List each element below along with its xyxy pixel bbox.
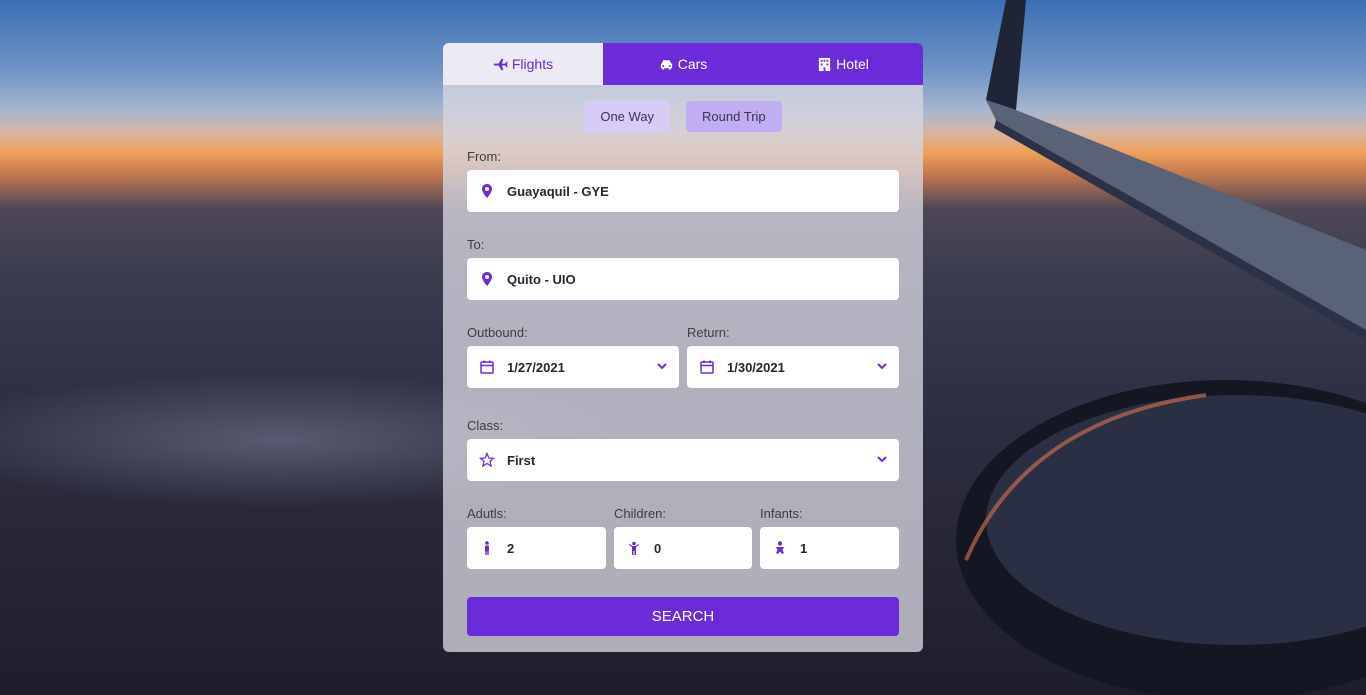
trip-type-toggle: One Way Round Trip <box>443 101 923 132</box>
tab-flights-label: Flights <box>511 56 554 72</box>
calendar-icon <box>479 359 495 375</box>
tab-cars[interactable]: Cars <box>603 43 763 85</box>
class-label: Class: <box>467 418 504 433</box>
from-field[interactable]: Guayaquil - GYE <box>467 170 899 212</box>
adults-label: Adutls: <box>467 506 507 521</box>
calendar-icon <box>699 359 715 375</box>
tab-flights[interactable]: Flights <box>443 43 603 85</box>
tab-hotel[interactable]: Hotel <box>763 43 923 85</box>
return-date-field[interactable]: 1/30/2021 <box>687 346 899 388</box>
person-icon <box>479 540 495 556</box>
children-label: Children: <box>614 506 667 521</box>
chevron-down-icon[interactable] <box>875 359 889 373</box>
children-field[interactable]: 0 <box>614 527 752 569</box>
location-pin-icon <box>479 183 495 199</box>
tab-bar: Flights Cars Hotel <box>443 43 923 85</box>
to-field[interactable]: Quito - UIO <box>467 258 899 300</box>
tab-cars-label: Cars <box>677 56 708 72</box>
car-icon <box>660 59 672 70</box>
to-label: To: <box>467 237 485 252</box>
airplane-wing-image <box>956 0 1366 695</box>
one-way-button[interactable]: One Way <box>584 101 671 132</box>
children-value: 0 <box>654 540 662 556</box>
hotel-icon <box>819 57 831 71</box>
star-icon <box>479 452 495 468</box>
location-pin-icon <box>479 271 495 287</box>
search-button[interactable]: SEARCH <box>467 597 899 636</box>
plane-icon <box>493 58 508 70</box>
return-label: Return: <box>687 325 730 340</box>
child-icon <box>626 540 642 556</box>
infants-field[interactable]: 1 <box>760 527 899 569</box>
outbound-label: Outbound: <box>467 325 528 340</box>
tab-hotel-label: Hotel <box>836 56 869 72</box>
baby-icon <box>772 540 788 556</box>
adults-value: 2 <box>507 540 515 556</box>
to-value: Quito - UIO <box>507 271 576 287</box>
class-value: First <box>507 452 536 468</box>
booking-card: Flights Cars Hotel One Way Round Trip Fr… <box>443 43 923 652</box>
return-value: 1/30/2021 <box>727 359 785 375</box>
outbound-date-field[interactable]: 1/27/2021 <box>467 346 679 388</box>
infants-value: 1 <box>800 540 808 556</box>
from-label: From: <box>467 149 501 164</box>
class-select[interactable]: First <box>467 439 899 481</box>
infants-label: Infants: <box>760 506 803 521</box>
chevron-down-icon[interactable] <box>655 359 669 373</box>
chevron-down-icon[interactable] <box>875 452 889 466</box>
from-value: Guayaquil - GYE <box>507 183 609 199</box>
adults-field[interactable]: 2 <box>467 527 606 569</box>
round-trip-button[interactable]: Round Trip <box>686 101 782 132</box>
outbound-value: 1/27/2021 <box>507 359 565 375</box>
